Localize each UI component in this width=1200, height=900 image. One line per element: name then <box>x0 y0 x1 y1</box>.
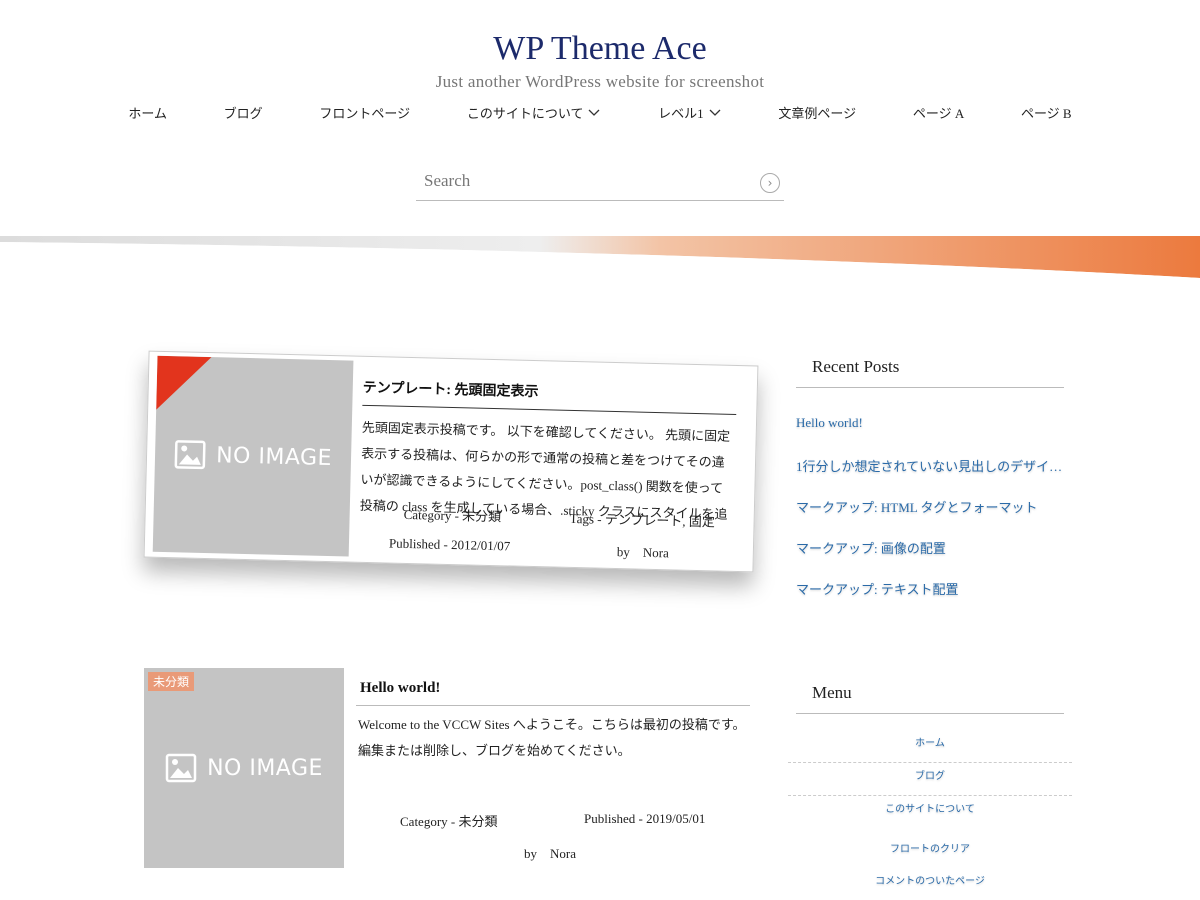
post-excerpt: Welcome to the VCCW Sites へようこそ。こちらは最初の投… <box>358 717 746 758</box>
post-author[interactable]: by Nora <box>524 843 576 862</box>
category-badge[interactable]: 未分類 <box>148 672 195 691</box>
nav-item-page-a[interactable]: ページ A <box>913 103 964 122</box>
image-icon <box>174 440 206 470</box>
recent-post-link[interactable]: マークアップ: テキスト配置 <box>796 579 958 598</box>
menu-item-about[interactable]: このサイトについて <box>788 796 1072 828</box>
recent-post-link[interactable]: 1行分しか想定されていない見出しのデザイ… <box>796 456 1062 475</box>
site-description: Just another WordPress website for scree… <box>435 72 765 91</box>
nav-item-page-b[interactable]: ページ B <box>1021 103 1072 122</box>
nav-item-label: ブログ <box>223 105 263 121</box>
nav-item-home[interactable]: ホーム <box>128 103 167 122</box>
nav-item-label: ページ B <box>1020 105 1072 121</box>
nav-item-label: ホーム <box>128 105 167 121</box>
nav-item-label: 文章例ページ <box>778 105 857 121</box>
chevron-down-icon <box>589 109 600 116</box>
nav-item-label: レベル1 <box>658 105 704 121</box>
post-thumbnail[interactable]: NO IMAGE <box>144 668 344 868</box>
decorative-swoosh <box>0 236 1200 280</box>
search-form: › <box>416 164 784 201</box>
no-image-placeholder: NO IMAGE <box>144 668 344 868</box>
post-category[interactable]: Category - 未分類 <box>403 504 502 525</box>
arrow-right-circle-icon[interactable]: › <box>760 173 780 193</box>
post-thumbnail[interactable]: NO IMAGE <box>152 355 354 557</box>
menu-item-home[interactable]: ホーム <box>788 730 1072 763</box>
nav-item-label: このサイトについて <box>466 105 584 121</box>
post-date: Published - 2019/05/01 <box>584 811 706 826</box>
search-input[interactable] <box>416 164 762 198</box>
post-category[interactable]: Category - 未分類 <box>400 811 497 830</box>
post-tags[interactable]: Tags - テンプレート, 固定 <box>569 508 715 531</box>
site-title[interactable]: WP Theme Ace <box>0 30 1200 68</box>
recent-posts-title: Recent Posts <box>796 357 1064 388</box>
main-navigation: ホーム ブログ フロントページ このサイトについて レベル1 文章例ページ ペー… <box>100 102 1100 122</box>
nav-item-blog[interactable]: ブログ <box>224 103 263 122</box>
post-author[interactable]: by Nora <box>617 541 669 561</box>
menu-item-blog[interactable]: ブログ <box>788 763 1072 796</box>
nav-item-sample-text[interactable]: 文章例ページ <box>778 103 856 122</box>
menu-widget-title: Menu <box>796 683 1064 714</box>
nav-item-level1[interactable]: レベル1 <box>658 103 722 122</box>
image-icon <box>165 753 197 783</box>
sticky-post-card[interactable]: NO IMAGE テンプレート: 先頭固定表示 先頭固定表示投稿です。 以下を確… <box>143 350 759 573</box>
sticky-ribbon <box>156 355 212 412</box>
post-title[interactable]: Hello world! <box>356 680 750 706</box>
no-image-text: NO IMAGE <box>215 442 333 471</box>
menu-item-clearing-floats[interactable]: フロートのクリア <box>788 836 1072 868</box>
sidebar-menu: ホーム ブログ このサイトについて フロートのクリア コメントのついたページ <box>788 730 1072 900</box>
recent-post-link[interactable]: マークアップ: HTML タグとフォーマット <box>796 497 1037 516</box>
nav-item-label: ページ A <box>912 105 965 121</box>
no-image-text: NO IMAGE <box>207 755 323 781</box>
menu-item-page-with-comments[interactable]: コメントのついたページ <box>788 868 1072 900</box>
post-date: Published - 2012/01/07 <box>388 535 511 554</box>
recent-post-link[interactable]: マークアップ: 画像の配置 <box>796 538 946 557</box>
post-title[interactable]: テンプレート: 先頭固定表示 <box>362 376 737 415</box>
chevron-down-icon <box>709 109 721 116</box>
nav-item-label: フロントページ <box>319 105 411 121</box>
nav-item-about[interactable]: このサイトについて <box>467 103 602 122</box>
recent-post-link[interactable]: Hello world! <box>796 415 863 431</box>
nav-item-front-page[interactable]: フロントページ <box>319 103 410 122</box>
